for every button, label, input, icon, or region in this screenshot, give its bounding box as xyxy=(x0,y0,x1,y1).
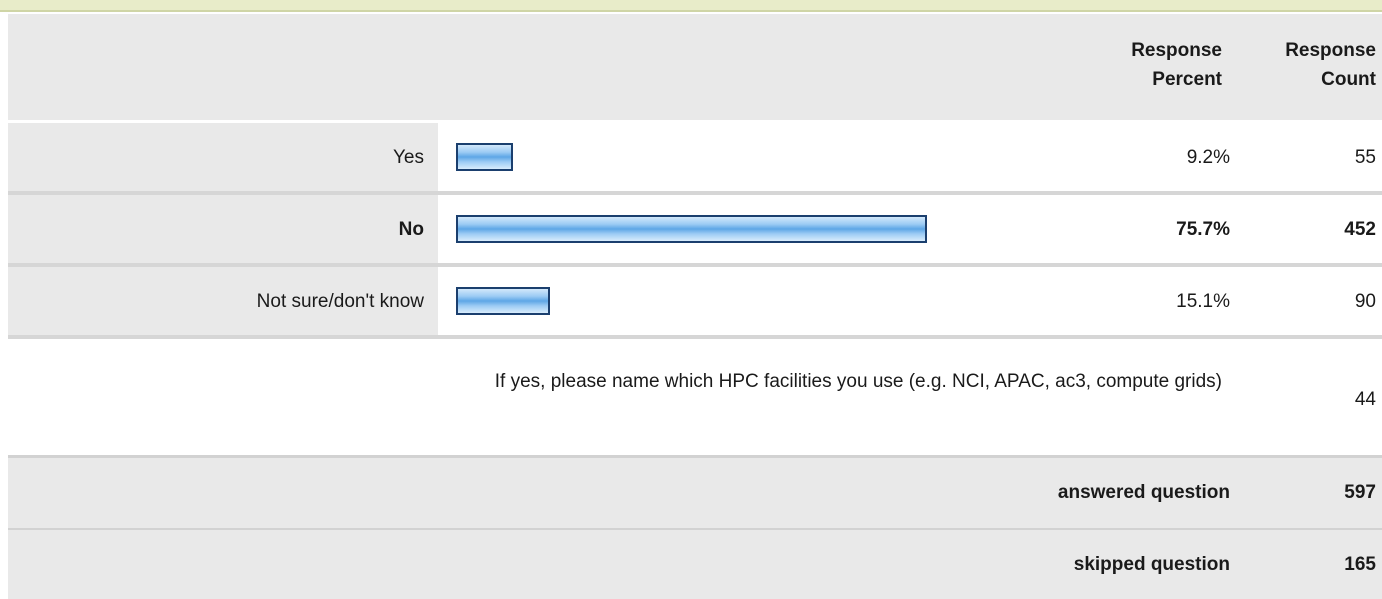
count-not-sure: 90 xyxy=(1354,291,1376,312)
response-percent-header-line1: Response xyxy=(1131,40,1222,61)
count-no: 452 xyxy=(1344,219,1376,240)
answer-label-no: No xyxy=(398,219,424,240)
response-count-header-line1: Response xyxy=(1285,40,1376,61)
response-percent-header: Response Percent xyxy=(1050,36,1222,94)
answered-question-row: answered question 597 xyxy=(8,455,1382,528)
answer-label-not-sure: Not sure/don't know xyxy=(256,291,424,312)
other-response-row: If yes, please name which HPC facilities… xyxy=(8,343,1382,453)
answer-label-cell: Not sure/don't know xyxy=(8,267,438,335)
other-response-link[interactable]: If yes, please name which HPC facilities… xyxy=(495,371,1222,393)
percent-not-sure: 15.1% xyxy=(1176,291,1230,312)
answer-label-cell: Yes xyxy=(8,123,438,191)
bar-yes xyxy=(456,143,513,171)
answer-row-no: No 75.7% 452 xyxy=(8,195,1382,267)
answer-label-yes: Yes xyxy=(393,147,424,168)
skipped-question-value: 165 xyxy=(1344,554,1376,575)
bar-no xyxy=(456,215,927,243)
count-yes: 55 xyxy=(1354,147,1376,168)
answer-row-yes: Yes 9.2% 55 xyxy=(8,123,1382,195)
other-response-count: 44 xyxy=(1354,389,1376,410)
percent-no: 75.7% xyxy=(1176,219,1230,240)
response-count-header-line2: Count xyxy=(1321,69,1376,90)
answer-row-not-sure: Not sure/don't know 15.1% 90 xyxy=(8,267,1382,339)
skipped-question-row: skipped question 165 xyxy=(8,528,1382,599)
bar-not-sure xyxy=(456,287,550,315)
answered-question-value: 597 xyxy=(1344,482,1376,503)
skipped-question-label: skipped question xyxy=(1073,554,1230,575)
response-percent-header-line2: Percent xyxy=(1152,69,1222,90)
answer-label-cell: No xyxy=(8,195,438,263)
response-count-header: Response Count xyxy=(1236,36,1376,94)
answered-question-label: answered question xyxy=(1057,482,1230,503)
top-strip xyxy=(0,0,1382,12)
percent-yes: 9.2% xyxy=(1186,147,1230,168)
